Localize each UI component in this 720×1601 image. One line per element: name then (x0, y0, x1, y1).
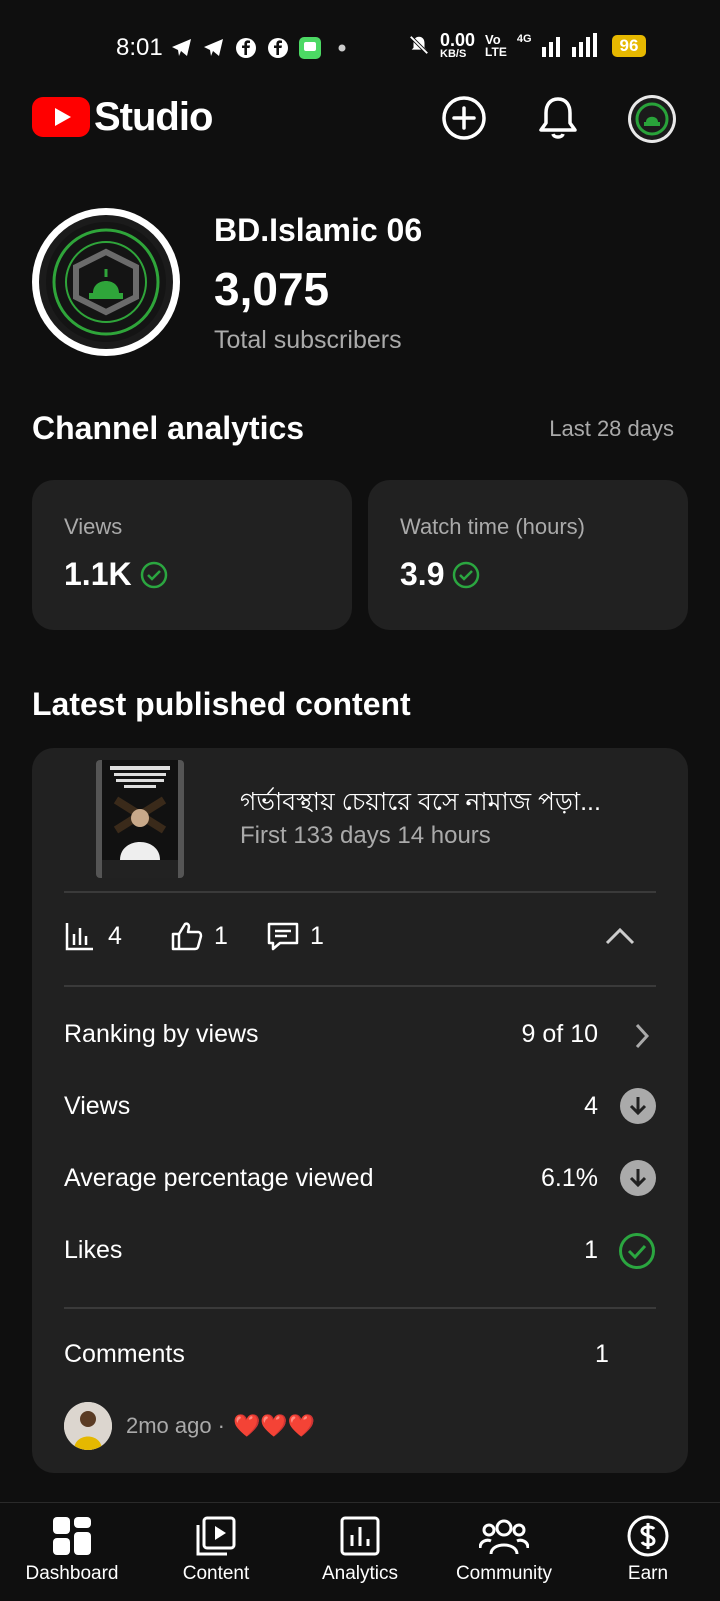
divider (64, 1307, 656, 1309)
content-icon (146, 1511, 286, 1561)
analytics-period[interactable]: Last 28 days (549, 416, 674, 442)
check-circle-icon (140, 561, 168, 589)
ranking-value: 9 of 10 (521, 1020, 598, 1048)
video-title[interactable]: গর্ভাবস্থায় চেয়ারে বসে নামাজ পড়া... (240, 782, 660, 825)
views-row: Views 4 (64, 1088, 656, 1128)
channel-logo-icon (46, 222, 166, 342)
comments-label: Comments (64, 1340, 185, 1368)
status-system-icons: 0.00 KB/S Vo LTE 4G 96 (408, 30, 647, 60)
check-circle-icon (452, 561, 480, 589)
status-notification-icons (170, 36, 354, 60)
bell-icon (539, 97, 577, 139)
likes-row-value: 1 (584, 1236, 598, 1264)
divider (64, 891, 656, 893)
views-row-value: 4 (584, 1092, 598, 1120)
bar-chart-icon (65, 923, 93, 951)
subscriber-label: Total subscribers (214, 326, 402, 354)
dashboard-icon (2, 1511, 142, 1561)
watch-time-card-value-row: 3.9 (400, 556, 480, 593)
facebook-icon (234, 36, 258, 60)
likes-row: Likes 1 (64, 1232, 656, 1272)
divider (64, 985, 656, 987)
app-title: Studio (94, 95, 213, 139)
channel-logo-icon (631, 98, 673, 140)
collapse-button[interactable] (602, 918, 638, 954)
nav-dashboard[interactable]: Dashboard (2, 1511, 142, 1585)
channel-name: BD.Islamic 06 (214, 212, 423, 248)
watch-time-card-label: Watch time (hours) (400, 514, 586, 539)
telegram-icon (202, 36, 226, 60)
chevron-right-icon (634, 1022, 650, 1055)
check-circle-icon (618, 1232, 656, 1275)
watch-time-card[interactable]: Watch time (hours) 3.9 (368, 480, 688, 630)
likes-row-label: Likes (64, 1236, 123, 1264)
video-comments-stat: 1 (266, 920, 324, 952)
comment-icon (267, 922, 299, 951)
network-speed: 0.00 KB/S (440, 30, 476, 60)
views-row-label: Views (64, 1092, 131, 1120)
avg-percentage-row: Average percentage viewed 6.1% (64, 1160, 656, 1200)
channel-avatar[interactable] (32, 208, 180, 356)
commenter-avatar-image (64, 1402, 112, 1450)
views-card-label: Views (64, 514, 123, 539)
video-thumbnail[interactable] (96, 760, 184, 878)
nav-content[interactable]: Content (146, 1511, 286, 1585)
views-card-value: 1.1K (64, 556, 132, 592)
ranking-label: Ranking by views (64, 1020, 259, 1048)
video-likes-stat: 1 (170, 920, 228, 952)
comment-text: ❤️❤️❤️ (232, 1413, 316, 1438)
views-card-value-row: 1.1K (64, 556, 168, 593)
nav-community[interactable]: Community (434, 1511, 574, 1585)
video-views-stat: 4 (64, 920, 122, 952)
comment-separator: · (217, 1413, 225, 1438)
status-time: 8:01 (116, 34, 163, 61)
latest-content-heading: Latest published content (32, 686, 411, 722)
network-type: 4G (516, 33, 532, 45)
nav-analytics[interactable]: Analytics (290, 1511, 430, 1585)
battery-indicator: 96 (611, 35, 647, 57)
bottom-nav: Dashboard Content Analytics Community Ea… (0, 1502, 720, 1601)
channel-logo (39, 215, 173, 349)
arrow-down-circle-icon (620, 1088, 656, 1124)
commenter-avatar (64, 1402, 112, 1450)
mute-bell-icon (408, 34, 430, 59)
youtube-logo (32, 97, 90, 137)
account-avatar-button[interactable] (628, 95, 676, 143)
subscriber-count: 3,075 (214, 263, 330, 315)
analytics-heading: Channel analytics (32, 410, 305, 446)
create-button[interactable] (438, 92, 490, 144)
telegram-icon (170, 36, 194, 60)
video-meta: First 133 days 14 hours (240, 822, 491, 849)
video-thumbnail-image (102, 760, 178, 878)
arrow-down-circle-icon (620, 1160, 656, 1196)
community-icon (434, 1511, 574, 1561)
thumbs-up-icon (171, 922, 203, 951)
messages-icon (298, 36, 322, 60)
comment-time: 2mo ago (126, 1413, 212, 1438)
volte-indicator: Vo LTE (485, 32, 507, 59)
facebook-icon (266, 36, 290, 60)
dot-icon (330, 36, 354, 60)
dollar-circle-icon (578, 1511, 718, 1561)
ranking-row[interactable]: Ranking by views 9 of 10 (64, 1016, 656, 1056)
latest-comment[interactable]: 2mo ago · ❤️❤️❤️ (64, 1402, 315, 1450)
comments-count: 1 (595, 1340, 609, 1368)
latest-content-card: গর্ভাবস্থায় চেয়ারে বসে নামাজ পড়া... F… (32, 748, 688, 1473)
signal-icon (541, 32, 602, 60)
avg-percentage-label: Average percentage viewed (64, 1164, 374, 1192)
nav-earn[interactable]: Earn (578, 1511, 718, 1585)
notifications-button[interactable] (532, 92, 584, 144)
create-icon (442, 96, 486, 140)
analytics-icon (290, 1511, 430, 1561)
avg-percentage-value: 6.1% (541, 1164, 598, 1192)
views-card[interactable]: Views 1.1K (32, 480, 352, 630)
watch-time-card-value: 3.9 (400, 556, 445, 592)
chevron-up-icon (605, 927, 635, 945)
